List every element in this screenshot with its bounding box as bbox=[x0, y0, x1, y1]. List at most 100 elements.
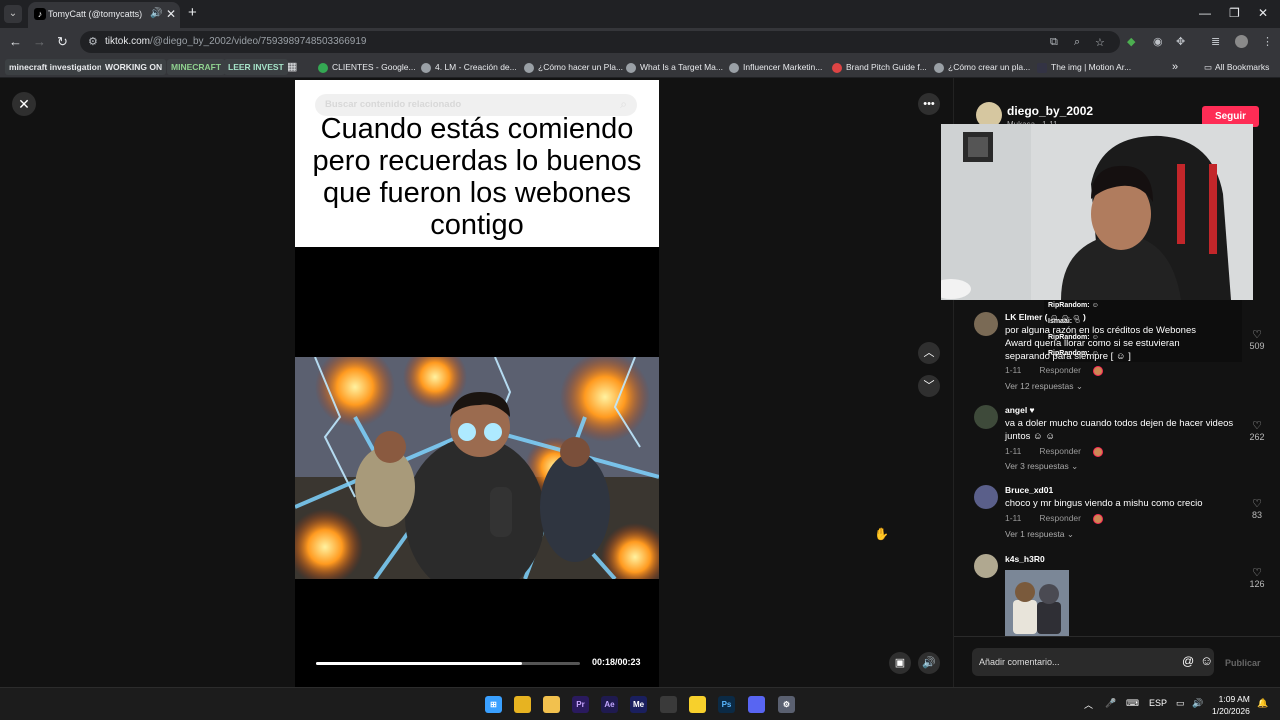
like-button[interactable]: ♡ 83 bbox=[1242, 497, 1272, 520]
brand-icon bbox=[832, 62, 842, 73]
search-icon[interactable]: ⌕ bbox=[620, 97, 627, 112]
premiere-icon[interactable]: Pr bbox=[572, 696, 589, 713]
microphone-icon[interactable]: 🎤 bbox=[1105, 698, 1116, 709]
previous-video-icon[interactable]: ︿ bbox=[918, 342, 940, 364]
more-options-icon[interactable]: ••• bbox=[918, 93, 940, 115]
pip-icon[interactable]: ▣ bbox=[889, 652, 911, 674]
tab-close-icon[interactable]: ✕ bbox=[166, 7, 176, 21]
view-replies-button[interactable]: Ver 12 respuestas ⌄ bbox=[1005, 381, 1083, 392]
extension-icon[interactable]: ◉ bbox=[1153, 35, 1163, 48]
comment-username[interactable]: LK Elmer ( ☺ ☺ ☺ ) bbox=[1005, 312, 1086, 322]
comment-avatar[interactable] bbox=[974, 405, 998, 429]
comment-text: choco y mr bingus viendo a mishu como cr… bbox=[1005, 498, 1203, 509]
globe-icon bbox=[421, 62, 431, 73]
comment-sticker-image[interactable] bbox=[1005, 570, 1069, 636]
bookmark-item[interactable]: The img | Motion Ar... bbox=[1037, 59, 1131, 75]
zoom-icon[interactable]: ⌕ bbox=[1074, 36, 1080, 49]
tab-audio-icon[interactable]: 🔊 bbox=[150, 8, 162, 19]
close-video-button[interactable]: ✕ bbox=[12, 92, 36, 116]
reply-button[interactable]: Responder bbox=[1039, 365, 1081, 375]
network-icon[interactable]: ▭ bbox=[1176, 698, 1185, 709]
apps-grid-icon[interactable]: ▦ bbox=[287, 59, 297, 75]
forward-icon[interactable]: → bbox=[33, 34, 46, 49]
comment-item: LK Elmer ( ☺ ☺ ☺ ) por alguna razón en l… bbox=[974, 312, 1274, 392]
publish-button[interactable]: Publicar bbox=[1225, 658, 1261, 668]
emoji-icon[interactable]: ☺ bbox=[1200, 653, 1213, 668]
speaker-icon[interactable]: 🔊 bbox=[1192, 698, 1203, 709]
video-player[interactable]: Buscar contenido relacionado ⌕ Cuando es… bbox=[295, 80, 659, 687]
video-caption: Cuando estás comiendo pero recuerdas lo … bbox=[312, 113, 642, 241]
reply-button[interactable]: Responder bbox=[1039, 513, 1081, 523]
bookmark-item[interactable]: ¿Cómo crear un pla... bbox=[934, 59, 1030, 75]
next-video-icon[interactable]: ﹀ bbox=[918, 375, 940, 397]
reply-button[interactable]: Responder bbox=[1039, 446, 1081, 456]
obs-icon[interactable] bbox=[660, 696, 677, 713]
globe-icon bbox=[626, 62, 636, 73]
bookmark-item[interactable]: WORKING ON bbox=[101, 59, 167, 75]
new-tab-button[interactable]: + bbox=[188, 4, 197, 21]
active-tab[interactable]: ♪ TomyCatt (@tomycatts) | Ti 🔊 ✕ bbox=[28, 2, 180, 28]
comment-username[interactable]: Bruce_xd01 bbox=[1005, 485, 1053, 495]
bookmark-item[interactable]: ¿Cómo hacer un Pla... bbox=[524, 59, 623, 75]
extensions-puzzle-icon[interactable]: ✥ bbox=[1176, 35, 1185, 48]
file-explorer-icon[interactable] bbox=[543, 696, 560, 713]
like-button[interactable]: ♡ 262 bbox=[1242, 419, 1272, 442]
view-replies-button[interactable]: Ver 3 respuestas ⌄ bbox=[1005, 461, 1078, 472]
reading-list-icon[interactable]: ≣ bbox=[1211, 35, 1220, 48]
all-bookmarks-button[interactable]: ▭ All Bookmarks bbox=[1204, 59, 1269, 75]
minimize-icon[interactable]: — bbox=[1199, 6, 1211, 20]
bookmark-item[interactable]: Influencer Marketin... bbox=[729, 59, 822, 75]
profile-avatar[interactable] bbox=[1235, 35, 1248, 48]
settings-icon[interactable]: ⚙ bbox=[778, 696, 795, 713]
bookmark-item[interactable]: LEER INVEST bbox=[224, 59, 288, 75]
photoshop-icon[interactable]: Ps bbox=[718, 696, 735, 713]
notification-icon[interactable]: 🔔 bbox=[1257, 698, 1268, 709]
back-icon[interactable]: ← bbox=[9, 34, 22, 49]
comment-avatar[interactable] bbox=[974, 485, 998, 509]
media-encoder-icon[interactable]: Me bbox=[630, 696, 647, 713]
bookmark-item[interactable]: CLIENTES - Google... bbox=[318, 59, 416, 75]
like-button[interactable]: ♡ 126 bbox=[1242, 566, 1272, 589]
bookmark-item[interactable]: Brand Pitch Guide f... bbox=[832, 59, 927, 75]
system-clock[interactable]: 1:09 AM 1/20/2026 bbox=[1212, 693, 1250, 717]
after-effects-icon[interactable]: Ae bbox=[601, 696, 618, 713]
bookmark-item[interactable]: 4. LM - Creación de... bbox=[421, 59, 517, 75]
volume-icon[interactable]: 🔊 bbox=[918, 652, 940, 674]
bookmark-star-icon[interactable]: ☆ bbox=[1095, 36, 1105, 49]
extension-icon[interactable]: ◆ bbox=[1127, 35, 1135, 48]
window-close-icon[interactable]: ✕ bbox=[1258, 6, 1268, 20]
comment-text: va a doler mucho cuando todos dejen de h… bbox=[1005, 418, 1234, 442]
comment-username[interactable]: k4s_h3R0 bbox=[1005, 554, 1045, 564]
heart-icon: ♡ bbox=[1252, 329, 1262, 341]
more-bookmarks-icon[interactable]: » bbox=[1172, 59, 1178, 75]
comment-input[interactable]: Añadir comentario... @ ☺ bbox=[972, 648, 1214, 676]
mouse-cursor-icon: ✋ bbox=[874, 527, 889, 541]
bookmark-item[interactable]: minecraft investigation bbox=[5, 59, 107, 75]
language-indicator[interactable]: ESP bbox=[1149, 698, 1167, 708]
comment-username[interactable]: angel ♥ bbox=[1005, 405, 1035, 415]
comment-avatar[interactable] bbox=[974, 312, 998, 336]
windows-start-icon[interactable]: ⊞ bbox=[485, 696, 502, 713]
site-info-icon[interactable]: ⚙ bbox=[88, 35, 98, 48]
tab-search-button[interactable]: ⌄ bbox=[4, 5, 22, 23]
tray-overflow-icon[interactable]: ︿ bbox=[1084, 698, 1093, 711]
comment-avatar[interactable] bbox=[974, 554, 998, 578]
sticky-notes-icon[interactable] bbox=[689, 696, 706, 713]
menu-kebab-icon[interactable]: ⋮ bbox=[1262, 35, 1273, 48]
video-frame-image bbox=[295, 357, 659, 579]
address-bar[interactable]: ⚙ tiktok.com/@diego_by_2002/video/759398… bbox=[80, 31, 1120, 53]
bookmark-item[interactable]: What Is a Target Ma... bbox=[626, 59, 723, 75]
author-name[interactable]: diego_by_2002 bbox=[1007, 104, 1093, 118]
view-replies-button[interactable]: Ver 1 respuesta ⌄ bbox=[1005, 529, 1074, 540]
video-progress-bar[interactable] bbox=[316, 662, 580, 665]
like-button[interactable]: ♡ 509 bbox=[1242, 328, 1272, 351]
discord-icon[interactable] bbox=[748, 696, 765, 713]
keyboard-icon[interactable]: ⌨ bbox=[1126, 698, 1139, 709]
comment-text: por alguna razón en los créditos de Webo… bbox=[1005, 325, 1197, 362]
maximize-icon[interactable]: ❐ bbox=[1229, 6, 1240, 20]
bookmark-item[interactable]: MINECRAFT bbox=[167, 59, 226, 75]
chrome-icon[interactable] bbox=[514, 696, 531, 713]
reload-icon[interactable]: ↻ bbox=[57, 34, 68, 50]
mention-icon[interactable]: @ bbox=[1182, 654, 1194, 668]
cast-icon[interactable]: ⧉ bbox=[1050, 36, 1058, 49]
